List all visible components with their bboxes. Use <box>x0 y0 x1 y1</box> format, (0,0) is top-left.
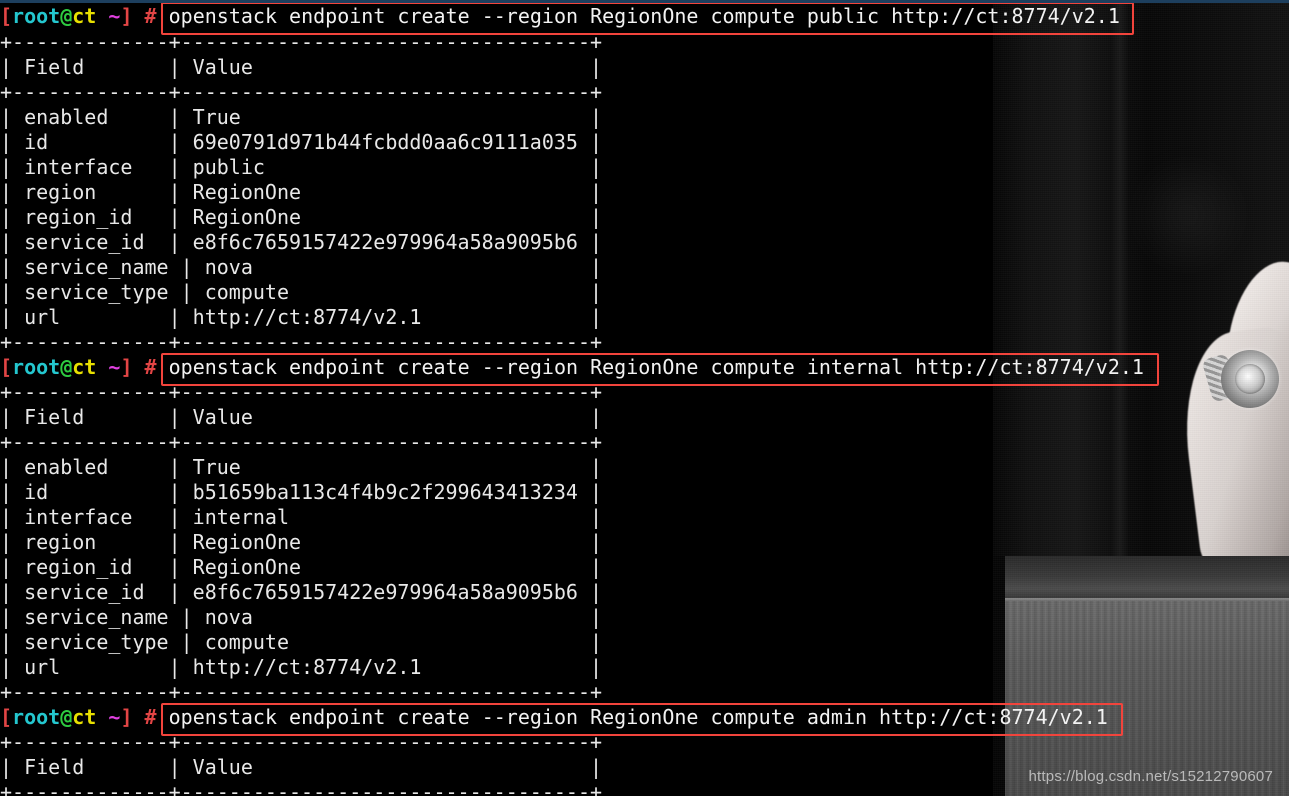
window-titlebar <box>0 0 1289 3</box>
terminal-screenshot: [root@ct ~] # openstack endpoint create … <box>0 0 1289 796</box>
desktop-background-photo <box>993 0 1289 796</box>
prompt-cmd-gap <box>157 355 169 379</box>
terminal-output-line: | Field | Value | <box>0 55 603 79</box>
prompt-host: ct <box>72 355 97 379</box>
prompt-bracket-close: ] <box>120 705 133 729</box>
terminal-output-line: +-------------+-------------------------… <box>0 680 603 704</box>
terminal-output-line: | url | http://ct:8774/v2.1 | <box>0 305 603 329</box>
terminal-prompt-line: [root@ct ~] # openstack endpoint create … <box>0 355 1289 380</box>
prompt-gap <box>133 705 145 729</box>
terminal-output-line: +-------------+-------------------------… <box>0 380 603 404</box>
terminal-command-text: openstack endpoint create --region Regio… <box>168 355 1144 379</box>
prompt-at-symbol: @ <box>60 4 73 28</box>
terminal-output-line: | service_id | e8f6c7659157422e979964a58… <box>0 580 603 604</box>
terminal-output-line: | enabled | True | <box>0 455 603 479</box>
terminal-output-line: | interface | public | <box>0 155 603 179</box>
terminal-output-line: | id | 69e0791d971b44fcbdd0aa6c9111a035 … <box>0 130 603 154</box>
prompt-gap <box>133 355 145 379</box>
prompt-cmd-gap <box>157 4 169 28</box>
terminal-output-line: | service_id | e8f6c7659157422e979964a58… <box>0 230 603 254</box>
photo-podium-shadow <box>993 556 1005 796</box>
terminal-output-line: +-------------+-------------------------… <box>0 330 603 354</box>
prompt-host: ct <box>72 705 97 729</box>
terminal-output-line: | enabled | True | <box>0 105 603 129</box>
terminal-prompt-line: [root@ct ~] # openstack endpoint create … <box>0 705 1289 730</box>
terminal-prompt-line: [root@ct ~] # openstack endpoint create … <box>0 4 1289 29</box>
prompt-hash-sigil: # <box>144 355 157 379</box>
prompt-at-symbol: @ <box>60 355 73 379</box>
prompt-path: ~ <box>108 4 121 28</box>
terminal-output-line: +-------------+-------------------------… <box>0 30 603 54</box>
terminal-output-line: +-------------+-------------------------… <box>0 80 603 104</box>
prompt-host: ct <box>72 4 97 28</box>
terminal-output-line: | region_id | RegionOne | <box>0 205 603 229</box>
terminal-output-line: | service_type | compute | <box>0 630 603 654</box>
terminal-output-line: | region_id | RegionOne | <box>0 555 603 579</box>
prompt-at-symbol: @ <box>60 705 73 729</box>
prompt-path: ~ <box>108 355 121 379</box>
prompt-hash-sigil: # <box>144 4 157 28</box>
prompt-cmd-gap <box>157 705 169 729</box>
photo-podium-face <box>1003 601 1289 796</box>
terminal-output-line: | Field | Value | <box>0 405 603 429</box>
photo-podium-top <box>1003 556 1289 602</box>
prompt-bracket-open: [ <box>0 355 13 379</box>
photo-soft-shadow <box>1123 150 1253 280</box>
terminal-output-line: +-------------+-------------------------… <box>0 780 603 796</box>
terminal-output-line: | url | http://ct:8774/v2.1 | <box>0 655 603 679</box>
terminal-command-text: openstack endpoint create --region Regio… <box>168 705 1108 729</box>
terminal-command-text: openstack endpoint create --region Regio… <box>168 4 1120 28</box>
prompt-gap <box>133 4 145 28</box>
prompt-bracket-open: [ <box>0 4 13 28</box>
prompt-bracket-close: ] <box>120 355 133 379</box>
terminal-output-line: | interface | internal | <box>0 505 603 529</box>
terminal-output-line: | id | b51659ba113c4f4b9c2f299643413234 … <box>0 480 603 504</box>
prompt-bracket-open: [ <box>0 705 13 729</box>
prompt-bracket-close: ] <box>120 4 133 28</box>
prompt-hash-sigil: # <box>144 705 157 729</box>
prompt-user: root <box>12 355 61 379</box>
terminal-output-line: | service_type | compute | <box>0 280 603 304</box>
prompt-user: root <box>12 4 61 28</box>
terminal-output-line: | region | RegionOne | <box>0 180 603 204</box>
terminal-output-line: | service_name | nova | <box>0 255 603 279</box>
terminal-output-line: | region | RegionOne | <box>0 530 603 554</box>
prompt-path: ~ <box>108 705 121 729</box>
terminal-output-line: | Field | Value | <box>0 755 603 779</box>
prompt-user: root <box>12 705 61 729</box>
terminal-output-line: +-------------+-------------------------… <box>0 730 603 754</box>
watermark-text: https://blog.csdn.net/s15212790607 <box>1028 768 1273 785</box>
terminal-output-line: | service_name | nova | <box>0 605 603 629</box>
terminal-output-line: +-------------+-------------------------… <box>0 430 603 454</box>
photo-wall-seam <box>1111 0 1129 620</box>
